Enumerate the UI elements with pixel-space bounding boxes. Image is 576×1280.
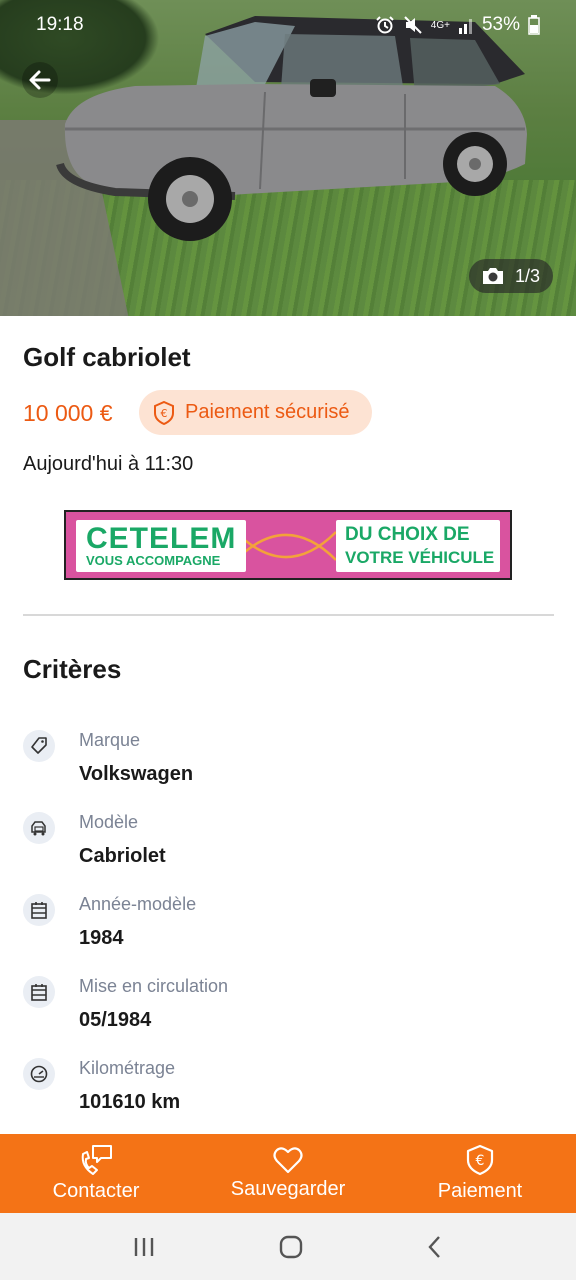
car-model-icon — [23, 812, 55, 844]
svg-text:€: € — [161, 407, 168, 420]
listing-price: 10 000 € — [23, 400, 113, 426]
criteria-label: Kilométrage — [79, 1058, 176, 1078]
criteria-item-registration: Mise en circulation 05/1984 — [23, 976, 554, 1046]
payment-label: Paiement — [437, 1180, 523, 1202]
euro-shield-icon: € — [154, 400, 174, 425]
heart-icon — [273, 1147, 303, 1174]
svg-text:€: € — [476, 1153, 485, 1169]
ad-right-box: DU CHOIX DE VOTRE VÉHICULE — [336, 520, 500, 572]
criteria-item-model: Modèle Cabriolet — [23, 812, 554, 882]
signal-icon — [458, 19, 472, 34]
calendar-icon — [23, 894, 55, 926]
criteria-label: Modèle — [79, 812, 139, 832]
criteria-label: Marque — [79, 730, 141, 750]
save-button[interactable]: Sauvegarder — [192, 1134, 384, 1213]
criteria-label: Année-modèle — [79, 894, 197, 914]
secure-payment-label: Paiement sécurisé — [185, 401, 350, 423]
ad-tagline-right-1: DU CHOIX DE — [345, 524, 470, 545]
euro-shield-icon: € — [466, 1144, 494, 1176]
recent-apps-icon[interactable] — [131, 1235, 157, 1259]
secure-payment-badge[interactable]: € Paiement sécurisé — [139, 390, 372, 435]
criteria-item-brand: Marque Volkswagen — [23, 730, 554, 800]
photo-counter-label: 1/3 — [515, 265, 541, 286]
alarm-icon — [376, 16, 394, 34]
action-bar: Contacter Sauvegarder € Paiement — [0, 1134, 576, 1213]
ad-wave-decoration — [236, 531, 336, 561]
criteria-value: 1984 — [79, 927, 124, 949]
payment-button[interactable]: € Paiement — [384, 1134, 576, 1213]
criteria-title: Critères — [23, 654, 122, 684]
back-button[interactable] — [22, 62, 58, 98]
status-bar: 19:18 4G+ 53% — [0, 0, 576, 50]
arrow-left-icon — [29, 70, 51, 90]
camera-icon — [483, 268, 503, 284]
battery-percent: 53% — [481, 14, 520, 35]
ad-banner[interactable]: CETELEM VOUS ACCOMPAGNE DU CHOIX DE VOTR… — [64, 510, 512, 580]
calendar-icon — [23, 976, 55, 1008]
phone-message-icon — [81, 1145, 112, 1175]
mute-icon — [404, 16, 422, 34]
listing-date: Aujourd'hui à 11:30 — [23, 453, 194, 475]
save-label: Sauvegarder — [230, 1178, 346, 1200]
criteria-value: 05/1984 — [79, 1009, 152, 1031]
back-nav-icon[interactable] — [425, 1234, 445, 1260]
criteria-item-model-year: Année-modèle 1984 — [23, 894, 554, 964]
criteria-label: Mise en circulation — [79, 976, 229, 996]
ad-tagline-left: VOUS ACCOMPAGNE — [86, 553, 221, 568]
contact-button[interactable]: Contacter — [0, 1134, 192, 1213]
car-illustration — [56, 16, 527, 241]
battery-icon — [528, 15, 540, 35]
criteria-value: 101610 km — [79, 1091, 181, 1113]
contact-label: Contacter — [52, 1180, 140, 1202]
status-icons: 4G+ 53% — [375, 14, 540, 36]
ad-left-box: CETELEM VOUS ACCOMPAGNE — [76, 520, 246, 572]
tag-icon — [23, 730, 55, 762]
speedometer-icon — [23, 1058, 55, 1090]
criteria-value: Cabriolet — [79, 845, 166, 867]
status-time: 19:18 — [36, 14, 84, 35]
photo-counter[interactable]: 1/3 — [469, 259, 553, 293]
criteria-value: Volkswagen — [79, 763, 194, 785]
network-type: 4G+ — [430, 19, 450, 31]
criteria-item-mileage: Kilométrage 101610 km — [23, 1058, 554, 1128]
system-nav-bar — [0, 1213, 576, 1280]
ad-tagline-right-2: VOTRE VÉHICULE — [345, 548, 495, 567]
listing-title: Golf cabriolet — [23, 342, 191, 372]
home-icon[interactable] — [278, 1234, 304, 1260]
section-divider — [23, 614, 554, 616]
ad-brand: CETELEM — [86, 522, 237, 555]
